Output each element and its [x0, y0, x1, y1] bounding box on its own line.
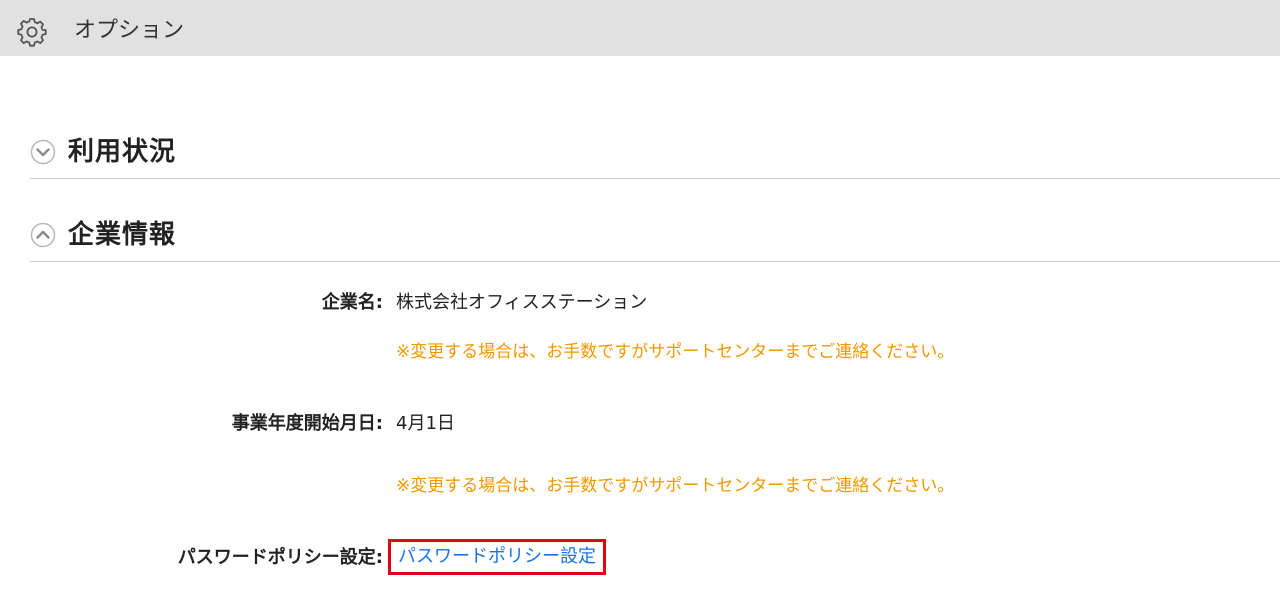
- password-policy-highlight: パスワードポリシー設定: [388, 539, 606, 575]
- top-bar: オプション: [0, 0, 1280, 56]
- chevron-up-circle-icon[interactable]: [30, 222, 56, 248]
- fiscal-start-value: 4月1日: [396, 413, 455, 434]
- gear-icon[interactable]: [16, 16, 48, 48]
- password-policy-link[interactable]: パスワードポリシー設定: [398, 544, 596, 570]
- fiscal-start-note: ※変更する場合は、お手数ですがサポートセンターまでご連絡ください。: [396, 476, 955, 496]
- section-heading-usage[interactable]: 利用状況: [68, 134, 176, 170]
- section-heading-company[interactable]: 企業情報: [68, 217, 176, 253]
- company-name-value: 株式会社オフィスステーション: [396, 292, 648, 313]
- section-usage: 利用状況: [30, 128, 1280, 179]
- fiscal-start-label: 事業年度開始月日:: [231, 413, 383, 434]
- page-title: オプション: [74, 18, 185, 43]
- section-company: 企業情報: [30, 211, 1280, 262]
- company-name-note: ※変更する場合は、お手数ですがサポートセンターまでご連絡ください。: [396, 342, 955, 362]
- password-policy-label: パスワードポリシー設定:: [177, 547, 383, 568]
- chevron-down-circle-icon[interactable]: [30, 139, 56, 165]
- company-name-label: 企業名:: [321, 292, 383, 313]
